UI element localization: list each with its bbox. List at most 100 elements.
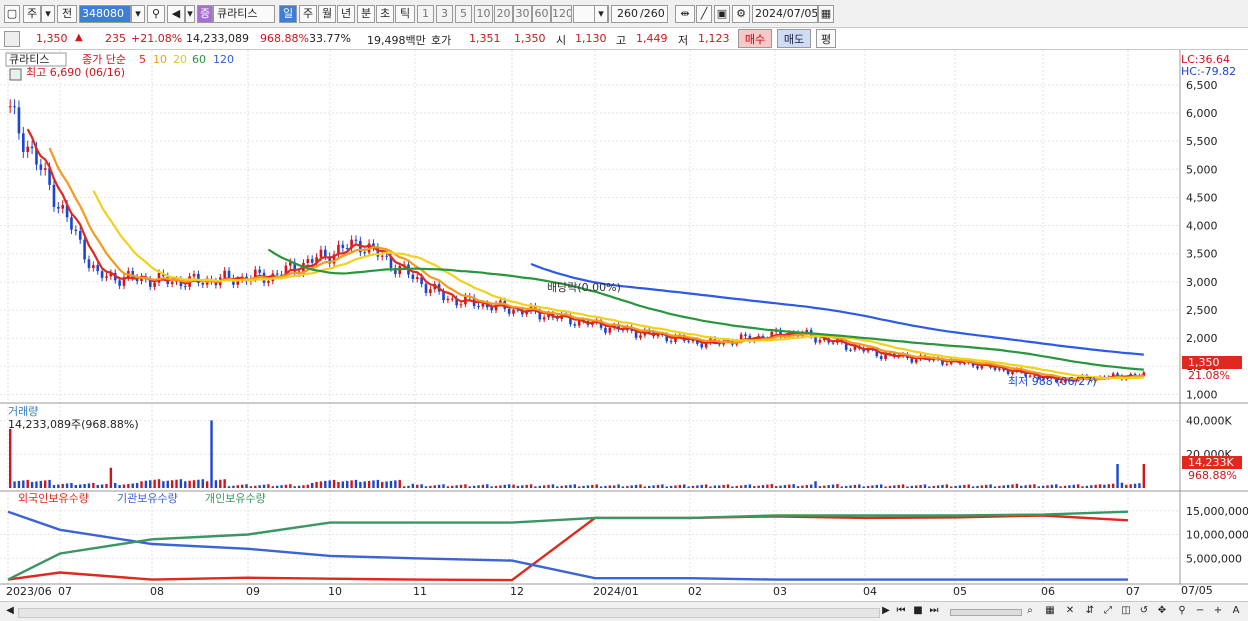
volume-bar	[551, 484, 555, 488]
forward-icon[interactable]: ⏭	[928, 605, 940, 617]
volume-bar	[332, 479, 336, 488]
settings-icon[interactable]: ⚙	[732, 5, 750, 23]
period-week[interactable]: 주	[299, 5, 317, 23]
avg-button[interactable]: 평	[816, 29, 836, 48]
candle-body	[744, 334, 747, 336]
candle-body	[267, 280, 270, 283]
candle-body	[223, 270, 226, 278]
volume-bar	[306, 484, 310, 488]
search-icon[interactable]: ⚲	[1176, 605, 1188, 617]
zoom-slider[interactable]	[950, 609, 1022, 616]
scroll-right-icon[interactable]: ▶	[880, 605, 892, 617]
cross-icon[interactable]: ✕	[1064, 605, 1076, 617]
search-icon[interactable]: ⚲	[147, 5, 165, 23]
stop-icon[interactable]: ■	[912, 605, 924, 617]
toolbar: ▢ 주 ▾ 전 348080 ▾ ⚲ ◀ ▾ 증 큐라티스 일 주 월 년 분 …	[0, 0, 1248, 28]
bottom-bar: ◀ ▶ ⏮ ■ ⏭ ⌕ ▦ ✕ ⇵ ⤢ ◫ ↺ ✥ ⚲ − + A	[0, 601, 1248, 621]
panel-toggle-icon[interactable]	[4, 31, 20, 47]
volume-bar	[827, 485, 830, 488]
period-day[interactable]: 일	[279, 5, 297, 23]
draw-icon[interactable]: ╱	[696, 5, 712, 23]
interval-5[interactable]: 5	[455, 5, 472, 23]
plus-icon[interactable]: +	[1212, 605, 1224, 617]
arrows-icon[interactable]: ⇵	[1084, 605, 1096, 617]
volume-bar	[831, 484, 835, 488]
candle-body	[13, 106, 16, 108]
type-select[interactable]: 전	[57, 5, 77, 23]
candle-body	[26, 146, 29, 152]
volume-bar	[573, 484, 577, 488]
pan-icon[interactable]: ✥	[1156, 605, 1168, 617]
split-icon[interactable]: ⇹	[675, 5, 695, 23]
volume-bar	[757, 485, 760, 488]
sell-button[interactable]: 매도	[777, 29, 811, 48]
candle-body	[319, 249, 323, 258]
window-icon[interactable]: ▢	[4, 5, 20, 23]
volume-bar	[1072, 484, 1075, 488]
volume-bar	[446, 486, 450, 488]
minus-icon[interactable]: −	[1194, 605, 1206, 617]
stock-name[interactable]: 큐라티스	[213, 5, 275, 23]
period-year[interactable]: 년	[337, 5, 355, 23]
calculator-icon[interactable]	[9, 68, 22, 81]
volume-bar	[254, 485, 257, 488]
undo-icon[interactable]: ↺	[1138, 605, 1150, 617]
volume-bar	[954, 485, 957, 488]
volume-bar	[1050, 484, 1054, 488]
interval-120[interactable]: 120	[551, 5, 572, 23]
candle-body	[481, 303, 485, 307]
volume-bar	[289, 484, 292, 488]
zoom-in-icon[interactable]: ⌕	[1024, 605, 1036, 617]
volume-bar	[341, 481, 345, 488]
ma-5-label: 5	[139, 53, 146, 66]
volume-bar	[617, 484, 620, 488]
chevron-down-icon[interactable]: ▾	[185, 5, 195, 23]
speaker-icon[interactable]: ◀	[167, 5, 185, 23]
grid-icon[interactable]: ▦	[1044, 605, 1056, 617]
count-input[interactable]: 260	[611, 5, 641, 23]
volume-bar	[792, 484, 795, 488]
rewind-icon[interactable]: ⏮	[895, 605, 907, 617]
chevron-down-icon[interactable]: ▾	[594, 5, 608, 23]
code-input[interactable]: 348080	[79, 5, 131, 23]
buy-button[interactable]: 매수	[738, 29, 772, 48]
x-tick-label: 2023/06	[6, 585, 52, 598]
candle-body	[324, 249, 327, 257]
volume-bar	[350, 480, 353, 488]
interval-3[interactable]: 3	[436, 5, 453, 23]
period-minute[interactable]: 분	[357, 5, 375, 23]
volume-bar	[599, 486, 603, 488]
interval-20[interactable]: 20	[494, 5, 513, 23]
interval-1[interactable]: 1	[417, 5, 434, 23]
interval-10[interactable]: 10	[474, 5, 493, 23]
volume-bar	[1024, 485, 1027, 488]
scroll-left-icon[interactable]: ◀	[4, 605, 16, 617]
chevron-down-icon[interactable]: ▾	[41, 5, 55, 23]
candle-body	[914, 359, 918, 363]
volume-bar	[249, 486, 253, 488]
volume-bar	[556, 486, 559, 488]
period-tick[interactable]: 틱	[395, 5, 415, 23]
interval-60[interactable]: 60	[532, 5, 551, 23]
chevron-down-icon[interactable]: ▾	[131, 5, 145, 23]
candle-body	[507, 308, 511, 314]
overlay-icon[interactable]: ◫	[1120, 605, 1132, 617]
candle-body	[879, 356, 883, 360]
calendar-icon[interactable]: ▦	[818, 5, 834, 23]
font-size-icon[interactable]: A	[1230, 605, 1242, 617]
save-icon[interactable]: ▣	[714, 5, 730, 23]
market-select[interactable]: 주	[23, 5, 41, 23]
amount: 19,498백만	[367, 34, 426, 47]
fit-icon[interactable]: ⤢	[1102, 605, 1114, 617]
legend-foreign: 외국인보유수량	[18, 492, 89, 505]
volume-bar	[985, 484, 988, 488]
volume-bar	[853, 484, 857, 488]
period-second[interactable]: 초	[376, 5, 394, 23]
interval-30[interactable]: 30	[513, 5, 532, 23]
date-input[interactable]: 2024/07/05	[752, 5, 818, 23]
volume-bar	[188, 480, 191, 488]
period-month[interactable]: 월	[318, 5, 336, 23]
scrollbar-track[interactable]	[18, 608, 880, 618]
volume-bar	[1085, 485, 1089, 488]
stock-chart[interactable]: 6,500 6,000 5,500 5,000 4,500 4,000 3,500 3,000…	[0, 50, 1248, 602]
